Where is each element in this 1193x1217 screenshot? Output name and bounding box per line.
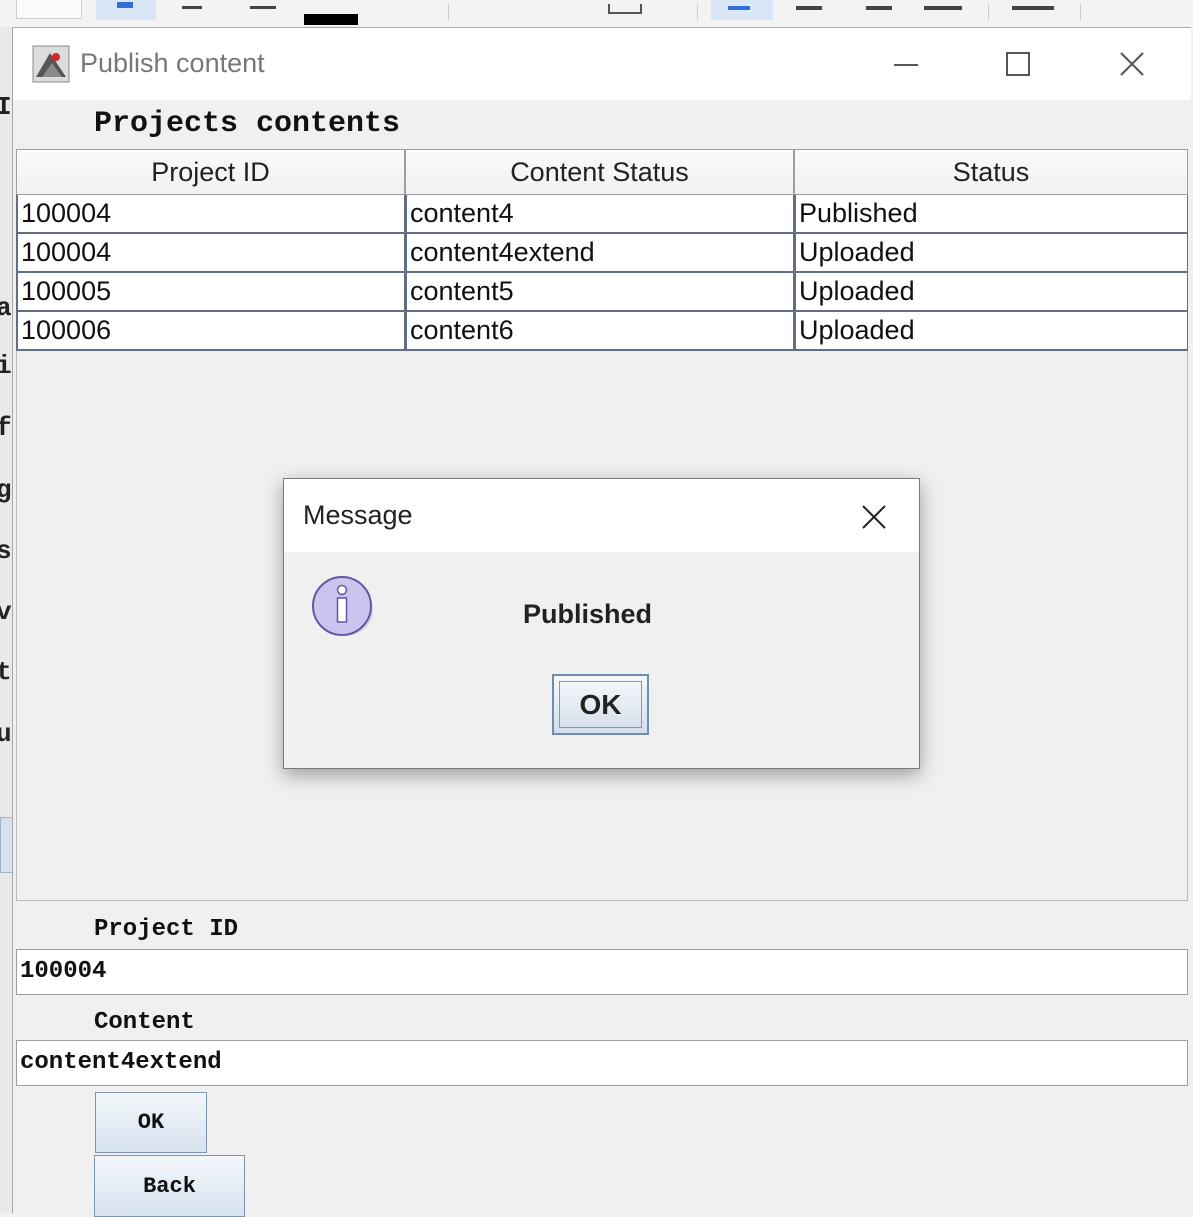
dialog-titlebar: Message [284,479,919,552]
minimize-button[interactable] [865,34,945,94]
content-label: Content [94,1009,195,1036]
background-char: v [0,597,12,627]
background-char: s [0,536,12,566]
background-tool-mark [866,6,892,10]
dialog-close-button[interactable] [852,495,896,539]
background-tool-mark [1012,6,1054,10]
cell-project-id: 100006 [16,312,405,351]
table-row[interactable]: 100006 content6 Uploaded [16,312,1188,351]
background-char: u [0,719,12,749]
ok-button[interactable]: OK [95,1092,207,1153]
cell-content-status: content6 [405,312,794,351]
background-tool-mark [182,6,202,9]
close-icon [862,505,886,529]
background-tool-mark [117,2,133,8]
background-char: a [0,293,12,323]
projects-contents-heading: Projects contents [94,107,401,141]
window-title: Publish content [80,48,265,78]
dialog-ok-button[interactable]: OK [552,674,649,735]
maximize-icon [1006,52,1030,76]
project-id-label: Project ID [94,916,239,943]
close-icon [1120,52,1144,76]
background-tool-mark [250,6,276,9]
dialog-title: Message [303,500,413,530]
table-row[interactable]: 100004 content4 Published [16,195,1188,234]
background-tool-box [16,0,82,19]
background-color-swatch [304,14,358,25]
background-char: f [0,413,12,443]
cell-project-id: 100005 [16,273,405,312]
background-separator [448,4,449,20]
column-header-project-id[interactable]: Project ID [16,149,405,195]
column-header-status[interactable]: Status [794,149,1188,195]
table-row[interactable]: 100005 content5 Uploaded [16,273,1188,312]
cell-content-status: content4 [405,195,794,234]
cell-content-status: content5 [405,273,794,312]
background-tool-mark [608,4,642,14]
cell-status: Uploaded [794,312,1188,351]
background-toolbar [0,0,1193,27]
cell-project-id: 100004 [16,195,405,234]
background-separator [1080,4,1081,20]
background-separator [988,4,989,20]
column-header-content-status[interactable]: Content Status [405,149,794,195]
table-row[interactable]: 100004 content4extend Uploaded [16,234,1188,273]
cell-status: Uploaded [794,234,1188,273]
background-tool-mark [924,6,962,10]
background-char: I [0,92,12,122]
background-tool-selected [711,0,773,20]
java-app-icon [32,45,70,83]
project-id-field[interactable]: 100004 [16,949,1188,995]
close-button[interactable] [1091,34,1171,94]
minimize-icon [894,64,918,66]
content-field[interactable]: content4extend [16,1040,1188,1086]
dialog-message: Published [523,599,653,629]
window-titlebar: Publish content [13,28,1191,100]
cell-status: Published [794,195,1188,234]
cell-content-status: content4extend [405,234,794,273]
cell-project-id: 100004 [16,234,405,273]
background-tool-mark [728,6,750,10]
background-char: t [0,657,12,687]
background-separator [697,4,698,20]
back-button[interactable]: Back [94,1155,245,1217]
background-tool-mark [796,6,822,10]
info-icon [312,576,373,636]
cell-status: Uploaded [794,273,1188,312]
background-char: g [0,475,12,505]
projects-table: Project ID Content Status Status 100004 … [16,149,1188,351]
background-char: i [0,351,12,381]
message-dialog: Message Published OK [283,478,920,769]
maximize-button[interactable] [978,34,1058,94]
table-header: Project ID Content Status Status [16,149,1188,195]
